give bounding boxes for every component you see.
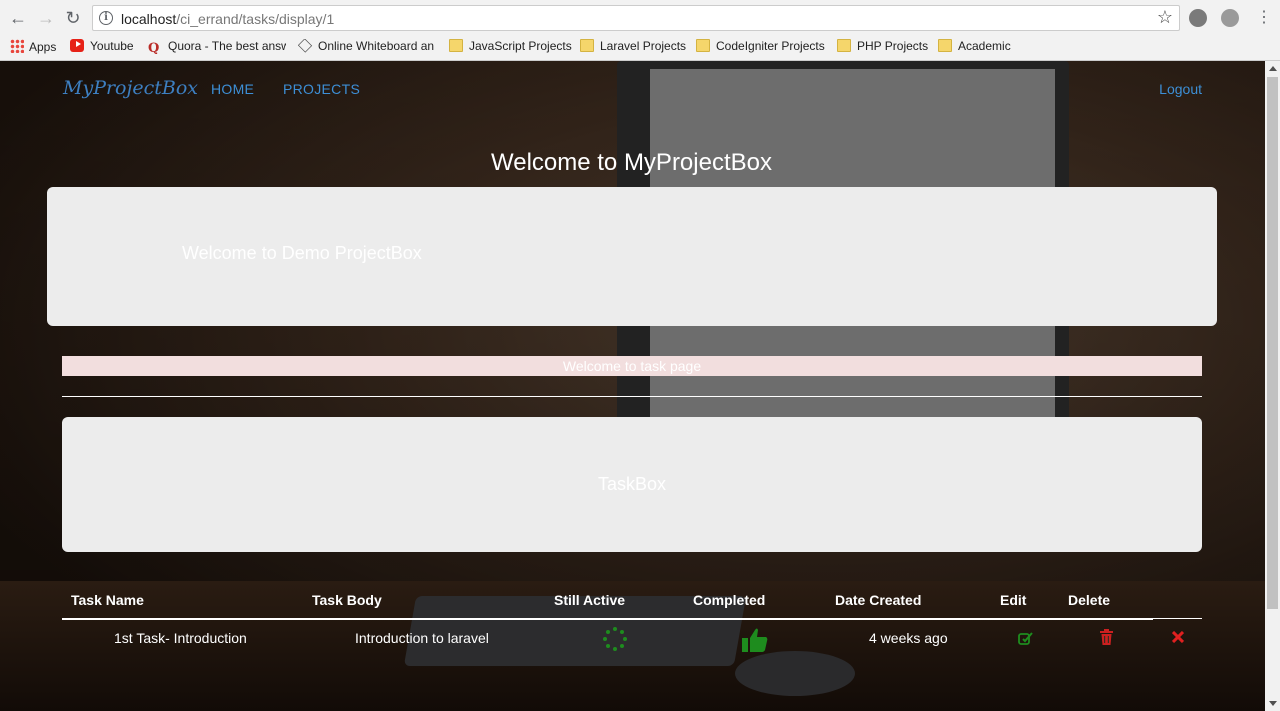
taskbox-panel: TaskBox [62, 417, 1202, 552]
url-path: /ci_errand/tasks/display/1 [176, 11, 335, 27]
folder-icon [580, 39, 594, 52]
edit-icon[interactable] [1018, 631, 1033, 646]
apps-grid-icon [10, 39, 24, 53]
table-header-line-end [1153, 618, 1202, 619]
col-delete: Delete [1068, 592, 1111, 608]
whiteboard-icon [298, 39, 313, 53]
bookmark-label: Laravel Projects [600, 39, 687, 53]
bookmark-label: JavaScript Projects [469, 39, 572, 53]
folder-icon [938, 39, 952, 52]
jumbotron-heading: Welcome to Demo ProjectBox [182, 243, 422, 263]
bookmark-label: PHP Projects [857, 39, 929, 53]
thumbs-up-icon[interactable] [741, 627, 769, 653]
folder-icon [696, 39, 710, 52]
page-scrollbar[interactable] [1265, 61, 1280, 711]
bookmarks-bar: Apps Youtube Q Quora - The best answ Onli… [0, 35, 1280, 61]
bookmark-label: Online Whiteboard an [318, 39, 435, 53]
info-icon[interactable]: i [99, 11, 113, 25]
bookmark-quora[interactable]: Q Quora - The best answ [148, 39, 286, 54]
spinner-icon[interactable] [602, 626, 628, 652]
bookmark-star-icon[interactable]: ☆ [1157, 7, 1173, 28]
task-page-alert: Welcome to task page [62, 356, 1202, 376]
site-navbar: MyProjectBox HOME PROJECTS Logout [0, 61, 1265, 117]
bookmark-laravel-projects[interactable]: Laravel Projects [580, 39, 686, 53]
bookmark-academic[interactable]: Academic [938, 39, 1011, 53]
forward-icon[interactable]: → [36, 8, 56, 28]
folder-icon [837, 39, 851, 52]
col-task-name: Task Name [71, 592, 144, 608]
scrollbar-thumb[interactable] [1267, 77, 1278, 609]
quora-icon: Q [148, 41, 160, 54]
nav-projects[interactable]: PROJECTS [283, 81, 360, 97]
brand-logo[interactable]: MyProjectBox [63, 77, 198, 99]
col-task-body: Task Body [312, 592, 382, 608]
bookmark-label: Quora - The best answ [168, 39, 286, 53]
bookmark-whiteboard[interactable]: Online Whiteboard an [298, 39, 435, 53]
col-edit: Edit [1000, 592, 1027, 608]
taskbox-heading: TaskBox [597, 474, 667, 494]
nav-home[interactable]: HOME [211, 81, 254, 97]
extension-icon[interactable] [1189, 9, 1207, 27]
logout-link[interactable]: Logout [1159, 81, 1202, 97]
close-icon[interactable] [1172, 631, 1184, 643]
browser-toolbar: ← → ↻ i localhost/ci_errand/tasks/displa… [0, 0, 1280, 35]
folder-icon [449, 39, 463, 52]
col-completed: Completed [693, 592, 766, 608]
bookmark-youtube[interactable]: Youtube [70, 39, 134, 53]
address-bar[interactable]: i localhost/ci_errand/tasks/display/1 ☆ [92, 5, 1180, 31]
task-name-cell[interactable]: 1st Task- Introduction [114, 630, 247, 646]
bookmark-label: CodeIgniter Projects [716, 39, 825, 53]
reload-icon[interactable]: ↻ [63, 8, 83, 28]
bookmark-label: Youtube [90, 39, 134, 53]
trash-icon[interactable] [1100, 629, 1113, 645]
bookmark-label: Apps [29, 40, 57, 54]
bookmark-php-projects[interactable]: PHP Projects [837, 39, 928, 53]
table-header-line [62, 618, 1153, 620]
url-host: localhost [121, 11, 177, 27]
menu-icon[interactable]: ⋮ [1254, 8, 1274, 28]
jumbotron: Welcome to Demo ProjectBox [47, 187, 1217, 326]
scroll-down-arrow[interactable] [1269, 701, 1277, 706]
back-icon[interactable]: ← [8, 8, 28, 28]
url-text[interactable]: localhost/ci_errand/tasks/display/1 [121, 11, 334, 27]
col-still-active: Still Active [554, 592, 626, 608]
scroll-up-arrow[interactable] [1269, 66, 1277, 71]
bookmark-label: Academic [958, 39, 1011, 53]
task-body-cell: Introduction to laravel [355, 630, 489, 646]
date-created-cell: 4 weeks ago [869, 630, 948, 646]
youtube-icon [70, 39, 84, 52]
page-content: MyProjectBox HOME PROJECTS Logout Welcom… [0, 61, 1265, 711]
bookmark-apps[interactable]: Apps [10, 39, 56, 54]
extension-icon[interactable] [1221, 9, 1239, 27]
bookmark-codeigniter-projects[interactable]: CodeIgniter Projects [696, 39, 825, 53]
col-date-created: Date Created [835, 592, 922, 608]
divider [62, 396, 1202, 397]
page-title: Welcome to MyProjectBox [491, 149, 772, 176]
bookmark-javascript-projects[interactable]: JavaScript Projects [449, 39, 572, 53]
background-mouse [735, 651, 855, 696]
